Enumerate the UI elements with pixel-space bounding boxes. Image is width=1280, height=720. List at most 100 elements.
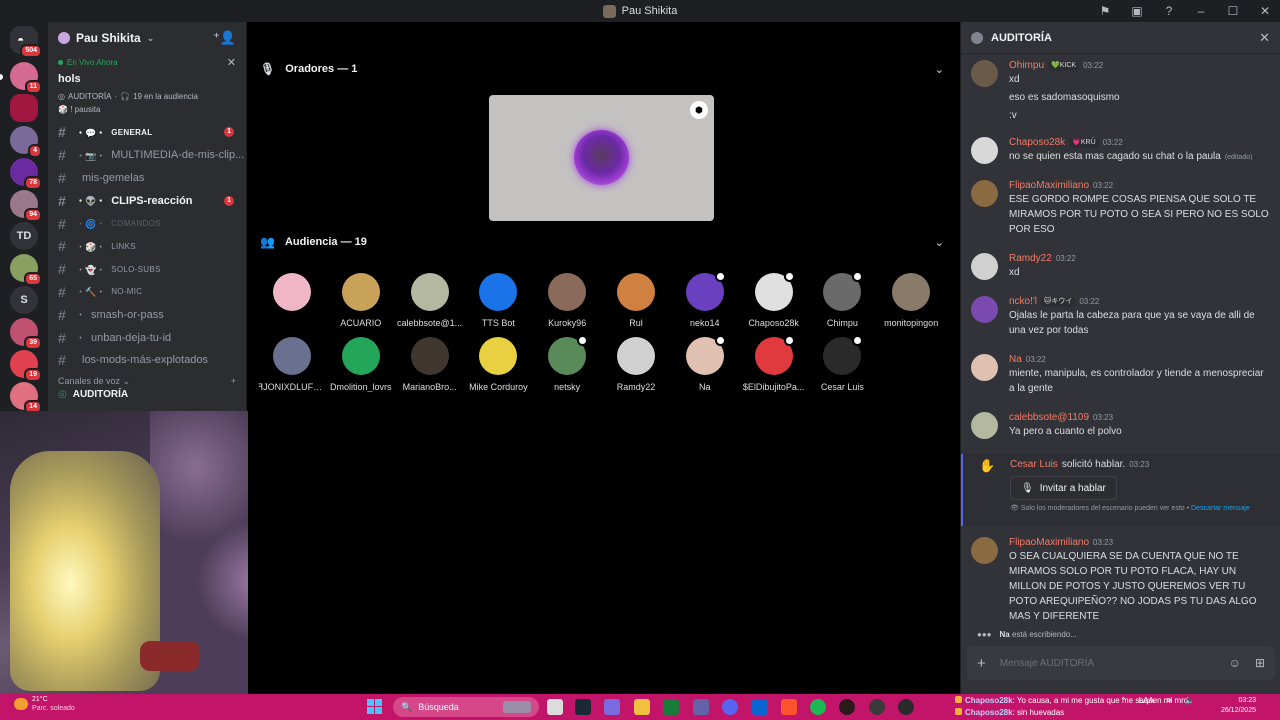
audience-member[interactable]: neko14 — [671, 271, 739, 328]
add-user-icon[interactable]: ⁺👤 — [213, 30, 236, 46]
inbox-icon[interactable]: ▣ — [1130, 4, 1144, 18]
volume-icon[interactable]: 🔈 — [1185, 696, 1195, 705]
channel-item[interactable]: # ・🔨・ NO-MIC — [48, 281, 246, 304]
teams-icon[interactable] — [693, 699, 709, 715]
speakers-header[interactable]: 🎙 Oradores — 1 ⌄ — [260, 62, 944, 76]
close-icon[interactable]: ✕ — [1258, 4, 1272, 18]
server-icon[interactable]: 39 — [10, 318, 42, 350]
guild-header[interactable]: Pau Shikita ⌄ ⁺👤 — [48, 22, 246, 54]
audience-member[interactable]: Na — [671, 335, 739, 392]
message-username[interactable]: ncko!'l — [1009, 296, 1037, 307]
avatar[interactable] — [971, 253, 998, 280]
message-username[interactable]: FlipaoMaximiliano — [1009, 180, 1089, 191]
message-username[interactable]: Ramdy22 — [1009, 253, 1052, 264]
server-icon[interactable]: 19 — [10, 350, 42, 382]
spotify-icon[interactable] — [810, 699, 826, 715]
voice-channels-header[interactable]: Canales de voz ⌄ + — [48, 376, 246, 387]
message-username[interactable]: Ohimpu — [1009, 60, 1044, 71]
channel-item[interactable]: # ・👻・ SOLO-SUBS — [48, 258, 246, 281]
dismiss-message-link[interactable]: Descartar mensaje — [1191, 505, 1250, 512]
audience-member[interactable]: ꟻJONIXDLUFFY... — [258, 337, 326, 393]
server-icon-active[interactable] — [10, 94, 38, 122]
message-input[interactable]: Mensaje AUDITORÍA — [1000, 658, 1215, 669]
start-button[interactable] — [367, 699, 382, 714]
audience-member[interactable]: TTS Bot — [464, 273, 532, 328]
avatar[interactable] — [971, 537, 998, 564]
server-icon[interactable]: 4 — [10, 126, 42, 158]
server-icon-td[interactable]: TD — [10, 222, 38, 250]
audience-member[interactable]: monitopingon — [877, 273, 945, 328]
brave-icon[interactable] — [781, 699, 797, 715]
audience-member[interactable]: Chaposo28k — [740, 271, 808, 328]
speaker-tile[interactable]: ⬢ — [489, 95, 714, 221]
add-channel-icon[interactable]: + — [231, 376, 236, 387]
minimize-icon[interactable]: – — [1194, 4, 1208, 18]
message-username[interactable]: Chaposo28k — [1009, 137, 1065, 148]
task-view-icon[interactable] — [547, 699, 563, 715]
server-icon[interactable]: 14 — [10, 382, 42, 414]
message-username[interactable]: Na — [1009, 354, 1022, 365]
voice-channel-auditoria[interactable]: ◎ AUDITORÍA — [48, 387, 246, 402]
language-indicator[interactable]: LAA — [1139, 696, 1154, 705]
copilot-icon[interactable] — [604, 699, 620, 715]
steam-icon[interactable] — [575, 699, 591, 715]
app-icon[interactable] — [898, 699, 914, 715]
channel-item[interactable]: # ・📷・ MULTIMEDIA-de-mis-clip... — [48, 144, 246, 167]
audience-member[interactable]: Cesar Luis — [808, 335, 876, 392]
server-icon-s[interactable]: S — [10, 286, 38, 314]
excel-icon[interactable] — [663, 699, 679, 715]
message-username[interactable]: calebbsote@1109 — [1009, 412, 1089, 423]
avatar[interactable] — [971, 60, 998, 87]
obs-icon[interactable] — [869, 699, 885, 715]
wifi-icon[interactable]: ≋ — [1166, 696, 1173, 705]
audience-member[interactable]: Mike Corduroy — [464, 337, 532, 392]
invite-to-speak-button[interactable]: 🎙 Invitar a hablar — [1010, 476, 1117, 500]
avatar[interactable] — [971, 180, 998, 207]
audience-header[interactable]: 👥 Audiencia — 19 ⌄ — [260, 235, 944, 249]
taskbar-search[interactable]: 🔍 Búsqueda — [393, 697, 539, 717]
help-icon[interactable]: ? — [1162, 4, 1176, 18]
app-icon[interactable] — [839, 699, 855, 715]
audience-member[interactable]: Dmolition_lovrs — [327, 337, 395, 392]
server-icon[interactable]: 94 — [10, 190, 42, 222]
close-icon[interactable]: ✕ — [227, 56, 236, 69]
audience-member[interactable]: ACUARIO — [327, 273, 395, 328]
discord-icon[interactable] — [722, 699, 738, 715]
avatar[interactable] — [971, 354, 998, 381]
audience-member[interactable]: calebbsote@1... — [396, 273, 464, 328]
server-icon[interactable]: 11 — [10, 62, 42, 94]
chevron-up-icon[interactable]: ⌃ — [1120, 696, 1127, 705]
server-icon[interactable]: 78 — [10, 158, 42, 190]
channel-item[interactable]: # mis-gemelas — [48, 167, 246, 190]
server-icon[interactable]: 65 — [10, 254, 42, 286]
channel-item[interactable]: # ・🌀・ COMANDOS — [48, 212, 246, 235]
channel-item[interactable]: # ・🎲・ LINKS — [48, 235, 246, 258]
audience-member[interactable]: Ramdy22 — [602, 337, 670, 392]
channel-item[interactable]: # los-mods-más-explotados — [48, 349, 246, 372]
maximize-icon[interactable]: ☐ — [1226, 4, 1240, 18]
close-icon[interactable]: ✕ — [1259, 30, 1270, 46]
apps-icon[interactable]: ⊞ — [1255, 656, 1265, 670]
audience-member[interactable]: MarianoBro... — [396, 337, 464, 392]
avatar[interactable] — [971, 412, 998, 439]
audience-member[interactable]: netsky — [533, 335, 601, 392]
audience-member[interactable] — [258, 273, 326, 318]
message-username[interactable]: FlipaoMaximiliano — [1009, 537, 1089, 548]
weather-widget[interactable]: 21°C Parc. soleado — [14, 695, 75, 713]
clock[interactable]: 03:23 26/12/2025 — [1221, 696, 1256, 716]
live-stage-card[interactable]: En Vivo Ahora hols ◎ AUDITORÍA · 🎧 19 en… — [48, 54, 246, 121]
request-user[interactable]: Cesar Luis — [1010, 459, 1058, 470]
audience-member[interactable]: Kuroky96 — [533, 273, 601, 328]
inbox-flag-icon[interactable]: ⚑ — [1098, 4, 1112, 18]
message-composer[interactable]: + Mensaje AUDITORÍA ☺ ⊞ — [967, 646, 1275, 680]
channel-item[interactable]: # ・💬・ GENERAL 1 — [48, 121, 246, 144]
avatar[interactable] — [971, 296, 998, 323]
audience-member[interactable]: $ElDibujitoPa... — [740, 335, 808, 392]
channel-item[interactable]: # ・👽・ CLIPS-reacción 1 — [48, 189, 246, 212]
audience-member[interactable]: Rul — [602, 273, 670, 328]
avatar[interactable] — [971, 137, 998, 164]
add-attachment-icon[interactable]: + — [977, 655, 986, 672]
channel-item[interactable]: # ・ unban-deja-tu-id — [48, 326, 246, 349]
channel-item[interactable]: # ・ smash-or-pass — [48, 303, 246, 326]
direct-messages-icon[interactable]: ◓ 504 — [10, 26, 42, 58]
